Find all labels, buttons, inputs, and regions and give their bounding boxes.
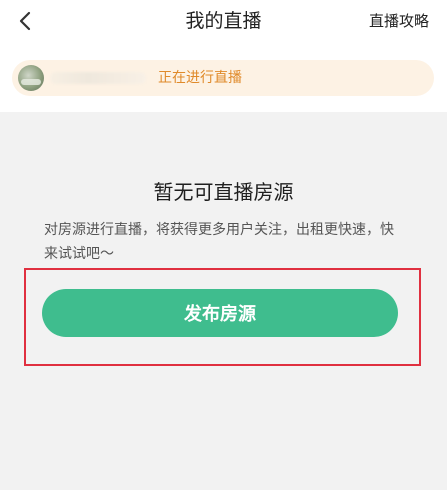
- header-area: 我的直播 直播攻略 正在进行直播: [0, 0, 447, 112]
- empty-state-description: 对房源进行直播，将获得更多用户关注，出租更快速，快来试试吧～: [44, 222, 394, 262]
- live-status-text: 正在进行直播: [158, 70, 242, 86]
- live-status-banner[interactable]: 正在进行直播: [12, 60, 434, 96]
- empty-state-title: 暂无可直播房源: [153, 180, 294, 204]
- blurred-user-name: [50, 72, 146, 84]
- nav-bar: 我的直播 直播攻略: [0, 0, 447, 44]
- publish-listing-button[interactable]: 发布房源: [42, 289, 398, 337]
- avatar: [18, 65, 44, 91]
- live-guide-link[interactable]: 直播攻略: [369, 10, 429, 32]
